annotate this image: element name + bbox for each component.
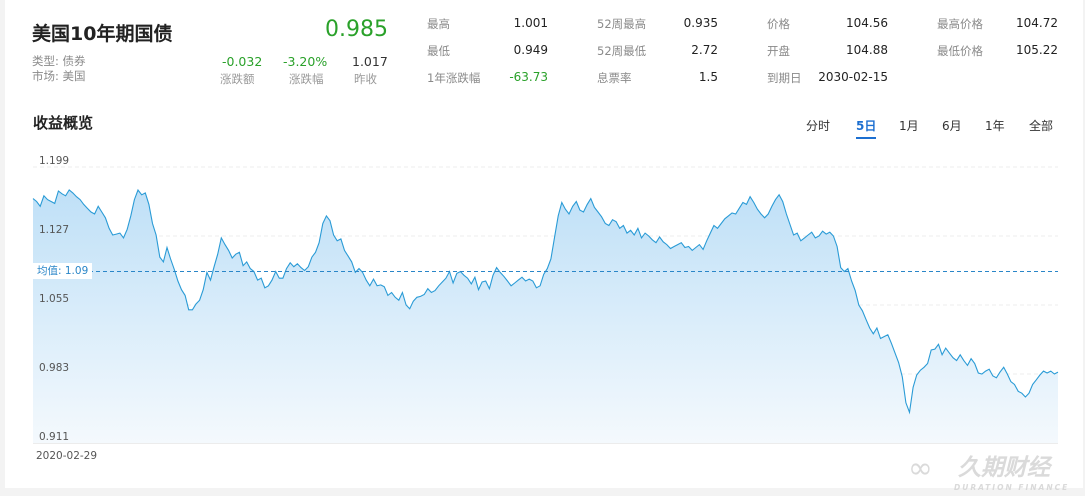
svg-text:DURATION FINANCE: DURATION FINANCE <box>954 483 1069 492</box>
yield-chart: 1.199 1.127 1.055 0.983 0.911 2020-02-29 ∞ 久期… <box>32 155 1069 492</box>
x-tick-label: 2020-02-29 <box>36 450 97 462</box>
watermark-logo: ∞ 久期财经 DURATION FINANCE <box>908 451 1069 492</box>
average-label: 均值: 1.09 <box>33 263 93 279</box>
y-tick-label: 1.199 <box>39 155 69 167</box>
svg-text:久期财经: 久期财经 <box>958 455 1053 481</box>
y-tick-label: 1.055 <box>39 293 69 305</box>
y-tick-label: 0.983 <box>39 362 69 374</box>
series-area <box>33 190 1058 443</box>
y-tick-label: 0.911 <box>39 431 69 443</box>
y-tick-label: 1.127 <box>39 224 69 236</box>
svg-text:∞: ∞ <box>908 451 933 486</box>
